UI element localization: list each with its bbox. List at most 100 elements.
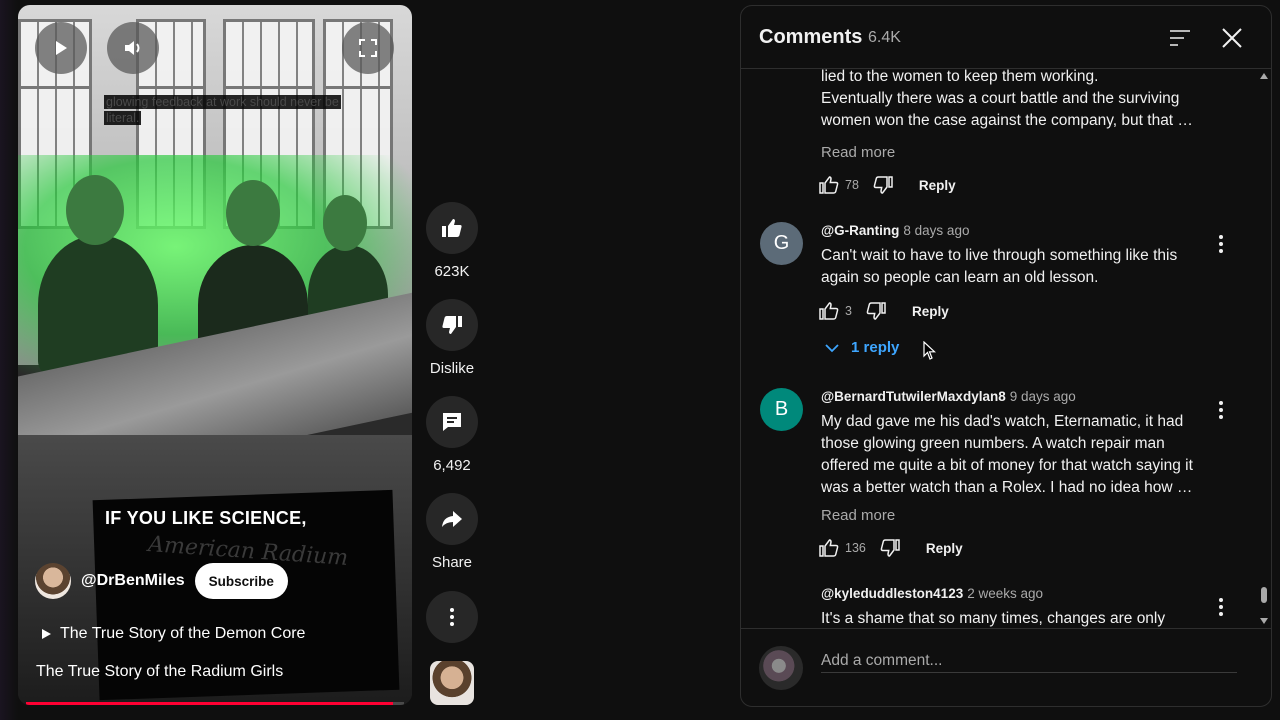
thumbs-down-icon[interactable] (864, 299, 888, 323)
author-name[interactable]: @G-Ranting (821, 223, 899, 238)
scrollbar-thumb[interactable] (1261, 587, 1267, 603)
comment-menu-button[interactable] (1209, 232, 1233, 256)
share-action: Share (426, 493, 478, 571)
video-overlay-title: IF YOU LIKE SCIENCE, (105, 508, 307, 528)
more-vert-icon (1219, 235, 1223, 253)
more-vert-icon (450, 608, 454, 626)
thumbs-up-icon[interactable] (817, 299, 841, 323)
comments-button[interactable] (426, 396, 478, 448)
like-count: 78 (845, 178, 859, 192)
comment-composer (741, 628, 1271, 706)
replies-count: 1 reply (851, 339, 900, 356)
playlist-play-icon (42, 629, 51, 639)
reply-button[interactable]: Reply (926, 541, 963, 556)
thumbs-up-icon (442, 219, 462, 237)
comment-text: My dad gave me his dad's watch, Eternama… (821, 413, 1193, 496)
sort-button[interactable] (1164, 22, 1196, 54)
user-avatar (759, 646, 803, 690)
comment-author[interactable]: @BernardTutwilerMaxdylan8 9 days ago (821, 389, 1076, 404)
sound-source-thumbnail[interactable] (430, 661, 474, 705)
comment-count: 6,492 (433, 457, 471, 474)
comments-title: Comments (759, 26, 863, 48)
scroll-up-arrow-icon[interactable] (1260, 73, 1268, 79)
comment-menu-button[interactable] (1209, 595, 1233, 619)
read-more-link[interactable]: Read more (821, 507, 895, 524)
more-options-button[interactable] (426, 591, 478, 643)
author-name[interactable]: @kyleduddleston4123 (821, 586, 963, 601)
subscribe-button[interactable]: Subscribe (194, 563, 288, 599)
page-edge-shade (0, 0, 18, 720)
comment-author[interactable]: @kyleduddleston4123 2 weeks ago (821, 586, 1043, 601)
video-caption: glowing feedback at work should never be… (104, 95, 341, 125)
chevron-down-icon (825, 343, 839, 352)
play-icon (56, 41, 67, 55)
video-title: The True Story of the Radium Girls (36, 663, 284, 680)
comment-avatar[interactable]: G (760, 222, 803, 265)
like-count: 623K (434, 263, 470, 280)
comment-text-line: Eventually there was a court battle and … (821, 90, 1180, 107)
share-label: Share (431, 554, 473, 571)
comment-author[interactable]: @G-Ranting 8 days ago (821, 223, 969, 238)
video-progress-bar[interactable] (26, 702, 404, 705)
view-replies-button[interactable]: 1 reply (825, 339, 899, 356)
like-count: 3 (845, 304, 852, 318)
video-frame-figure (226, 180, 280, 246)
channel-info: @DrBenMiles Subscribe (35, 563, 288, 599)
play-button[interactable] (35, 22, 87, 74)
reply-button[interactable]: Reply (912, 304, 949, 319)
comments-header: Comments 6.4K (741, 6, 1271, 69)
comment-text-line: women won the case against the company, … (821, 112, 1193, 129)
dislike-button[interactable] (426, 299, 478, 351)
comment-text: lied to the women to keep them working. … (821, 69, 1203, 132)
comments-count: 6.4K (868, 29, 901, 46)
more-vert-icon (1219, 598, 1223, 616)
share-button[interactable] (426, 493, 478, 545)
like-count: 136 (845, 541, 866, 555)
like-button[interactable] (426, 202, 478, 254)
close-icon (1222, 28, 1242, 48)
comment-menu-button[interactable] (1209, 398, 1233, 422)
share-icon (442, 511, 462, 527)
video-progress-fill (26, 702, 393, 705)
comment-timestamp[interactable]: 8 days ago (903, 223, 969, 238)
dislike-action: Dislike (426, 299, 478, 377)
thumbs-down-icon (442, 316, 462, 334)
sort-icon (1170, 30, 1190, 46)
more-action (426, 591, 478, 643)
comment-avatar[interactable]: B (760, 388, 803, 431)
add-comment-input[interactable] (821, 649, 1237, 673)
video-frame-figure (323, 195, 367, 251)
comments-scrollbar[interactable] (1257, 69, 1271, 628)
thumbs-down-icon[interactable] (871, 173, 895, 197)
video-frame-figure (66, 175, 124, 245)
volume-button[interactable] (107, 22, 159, 74)
comment-actions: 136 Reply (817, 536, 963, 560)
fullscreen-button[interactable] (342, 22, 394, 74)
comments-action: 6,492 (426, 396, 478, 474)
thumbs-down-icon[interactable] (878, 536, 902, 560)
close-comments-button[interactable] (1216, 22, 1248, 54)
comments-list[interactable]: lied to the women to keep them working. … (741, 69, 1271, 628)
thumbs-up-icon[interactable] (817, 173, 841, 197)
author-name[interactable]: @BernardTutwilerMaxdylan8 (821, 389, 1006, 404)
reply-button[interactable]: Reply (919, 178, 956, 193)
playlist-item-title: The True Story of the Demon Core (60, 625, 306, 642)
shorts-video-player[interactable]: American Radium glowing feedback at work… (18, 5, 412, 705)
playlist-link[interactable]: The True Story of the Demon Core (40, 625, 305, 643)
comment-actions: 78 Reply (817, 173, 956, 197)
comments-panel: Comments 6.4K lied to the women to keep … (740, 5, 1272, 707)
comment-text: It's a shame that so many times, changes… (821, 610, 1166, 627)
thumbs-up-icon[interactable] (817, 536, 841, 560)
fullscreen-icon (359, 39, 377, 57)
mouse-cursor-icon (923, 341, 937, 360)
comment-timestamp[interactable]: 9 days ago (1010, 389, 1076, 404)
scroll-down-arrow-icon[interactable] (1260, 618, 1268, 624)
read-more-link[interactable]: Read more (821, 144, 895, 161)
channel-avatar[interactable] (35, 563, 71, 599)
volume-icon (125, 41, 140, 55)
more-vert-icon (1219, 401, 1223, 419)
like-action: 623K (426, 202, 478, 280)
comment-timestamp[interactable]: 2 weeks ago (967, 586, 1043, 601)
channel-name[interactable]: @DrBenMiles (81, 572, 185, 590)
comment-icon (443, 413, 461, 431)
